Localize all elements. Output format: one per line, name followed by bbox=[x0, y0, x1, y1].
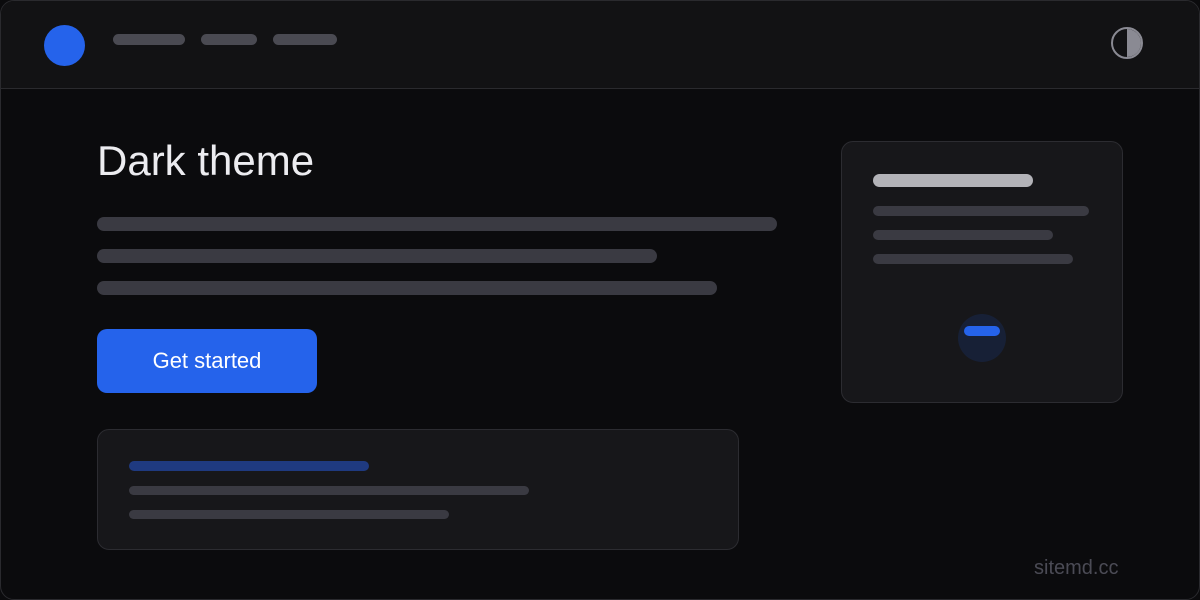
nav-item-3[interactable] bbox=[273, 34, 337, 45]
logo[interactable] bbox=[44, 25, 85, 66]
minus-icon bbox=[964, 326, 1000, 336]
side-card-text-placeholder-1 bbox=[873, 206, 1089, 216]
text-placeholder-line-3 bbox=[97, 281, 717, 295]
card-text-placeholder-1 bbox=[129, 486, 529, 495]
page-title: Dark theme bbox=[97, 137, 315, 184]
side-card-text-placeholder-3 bbox=[873, 254, 1073, 264]
info-card bbox=[97, 429, 739, 550]
card-heading-placeholder bbox=[129, 461, 369, 471]
half-filled-circle-icon bbox=[1127, 29, 1141, 57]
nav-item-1[interactable] bbox=[113, 34, 185, 45]
watermark: sitemd.cc bbox=[1034, 557, 1119, 579]
text-placeholder-line-1 bbox=[97, 217, 777, 231]
side-card bbox=[841, 141, 1123, 403]
card-text-placeholder-2 bbox=[129, 510, 449, 519]
collapse-button[interactable] bbox=[958, 314, 1006, 362]
app-window: Dark theme Get started sitemd.cc bbox=[0, 0, 1200, 600]
text-placeholder-line-2 bbox=[97, 249, 657, 263]
top-nav-bar bbox=[1, 1, 1199, 89]
get-started-button[interactable]: Get started bbox=[97, 329, 317, 393]
side-card-text-placeholder-2 bbox=[873, 230, 1053, 240]
side-card-heading-placeholder bbox=[873, 174, 1033, 187]
theme-toggle-button[interactable] bbox=[1111, 27, 1143, 59]
nav-item-2[interactable] bbox=[201, 34, 257, 45]
